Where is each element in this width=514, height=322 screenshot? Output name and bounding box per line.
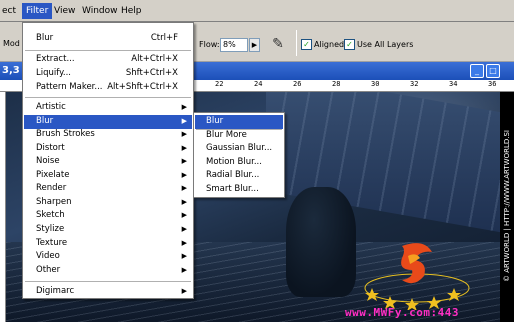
menu-item-label: Pixelate (36, 170, 70, 180)
menu-item-brush-strokes[interactable]: Brush Strokes ▶ (24, 128, 192, 142)
submenu-item-blur-more[interactable]: Blur More (195, 129, 283, 143)
menu-item-sharpen[interactable]: Sharpen ▶ (24, 196, 192, 210)
submenu-arrow-icon: ▶ (181, 211, 187, 219)
menu-separator (25, 281, 191, 282)
menu-item-label: Extract... (36, 54, 75, 64)
blur-submenu: Blur Blur More Gaussian Blur... Motion B… (193, 112, 285, 198)
menu-item-extract[interactable]: Extract... Alt+Ctrl+X (24, 53, 192, 67)
menu-item-sketch[interactable]: Sketch ▶ (24, 209, 192, 223)
menu-item-stylize[interactable]: Stylize ▶ (24, 223, 192, 237)
menu-item-other[interactable]: Other ▶ (24, 264, 192, 278)
submenu-arrow-icon: ▶ (181, 171, 187, 179)
menu-item-shortcut: Alt+Ctrl+X (131, 54, 178, 64)
menu-filter[interactable]: Filter (22, 3, 53, 19)
menu-window[interactable]: Window (78, 3, 122, 19)
menu-item-label: Blur (36, 116, 54, 126)
menu-separator (25, 50, 191, 51)
submenu-arrow-icon: ▶ (181, 287, 187, 295)
menu-item-texture[interactable]: Texture ▶ (24, 237, 192, 251)
menu-item-shortcut: Ctrl+F (150, 33, 178, 43)
submenu-arrow-icon: ▶ (181, 239, 187, 247)
menu-item-artistic[interactable]: Artistic ▶ (24, 101, 192, 115)
submenu-arrow-icon: ▶ (181, 144, 187, 152)
flow-dropdown-arrow[interactable]: ▶ (249, 38, 260, 52)
submenu-arrow-icon: ▶ (181, 266, 187, 274)
watermark-logo-icon (364, 243, 470, 310)
menu-item-label: Artistic (36, 102, 66, 112)
ruler-tick: 28 (332, 80, 341, 88)
ruler-tick: 26 (293, 80, 302, 88)
submenu-arrow-icon: ▶ (181, 198, 187, 206)
menu-item-digimarc[interactable]: Digimarc ▶ (24, 285, 192, 299)
menu-edit[interactable]: ect (0, 3, 20, 19)
menu-view[interactable]: View (50, 3, 79, 19)
submenu-arrow-icon: ▶ (181, 252, 187, 260)
use-all-layers-label: Use All Layers (357, 40, 414, 49)
menu-item-label: Distort (36, 143, 65, 153)
airbrush-icon[interactable]: ✎ (268, 34, 288, 54)
menu-item-shortcut: Alt+Shft+Ctrl+X (107, 82, 178, 92)
menu-item-label: Blur (36, 33, 54, 43)
submenu-item-radial-blur[interactable]: Radial Blur... (195, 169, 283, 183)
menu-item-label: Brush Strokes (36, 129, 95, 139)
menu-item-label: Sharpen (36, 197, 72, 207)
submenu-item-blur[interactable]: Blur (195, 115, 283, 129)
submenu-item-motion-blur[interactable]: Motion Blur... (195, 156, 283, 170)
flow-label: Flow: (199, 40, 220, 49)
menu-item-label: Pattern Maker... (36, 82, 103, 92)
menu-item-video[interactable]: Video ▶ (24, 250, 192, 264)
use-all-layers-checkbox[interactable]: ✓ (344, 39, 355, 50)
menu-item-liquify[interactable]: Liquify... Shft+Ctrl+X (24, 67, 192, 81)
watermark-strip: © ARTWORLD | HTTP://WWW.ARTWORLD.SI (500, 92, 514, 322)
submenu-arrow-icon: ▶ (181, 184, 187, 192)
zoom-level: 3,3 (2, 65, 20, 76)
mode-label: Mod (3, 39, 20, 48)
aligned-checkbox[interactable]: ✓ (301, 39, 312, 50)
menu-item-last-filter[interactable]: Blur Ctrl+F (24, 32, 192, 46)
separator (296, 30, 297, 56)
menu-item-label: Video (36, 251, 60, 261)
menu-separator (25, 97, 191, 98)
menu-item-label: Stylize (36, 224, 65, 234)
menu-item-render[interactable]: Render ▶ (24, 182, 192, 196)
menu-item-label: Digimarc (36, 286, 75, 296)
menu-item-pixelate[interactable]: Pixelate ▶ (24, 169, 192, 183)
ruler-tick: 34 (449, 80, 458, 88)
submenu-arrow-icon: ▶ (181, 157, 187, 165)
ruler-tick: 24 (254, 80, 263, 88)
menu-item-label: Texture (36, 238, 68, 248)
maximize-button[interactable]: □ (486, 64, 500, 78)
menu-item-pattern-maker[interactable]: Pattern Maker... Alt+Shft+Ctrl+X (24, 81, 192, 95)
menu-item-noise[interactable]: Noise ▶ (24, 155, 192, 169)
ruler-tick: 36 (488, 80, 497, 88)
watermark-bottom-text: www.MWFy.com:443 (345, 306, 459, 319)
flow-input[interactable]: 8% (220, 38, 248, 52)
submenu-arrow-icon: ▶ (181, 117, 187, 125)
ruler-tick: 30 (371, 80, 380, 88)
ruler-tick: 22 (215, 80, 224, 88)
aligned-label: Aligned (314, 40, 345, 49)
ruler-tick: 32 (410, 80, 419, 88)
filter-menu: Blur Ctrl+F Extract... Alt+Ctrl+X Liquif… (22, 22, 194, 299)
menu-item-label: Noise (36, 156, 60, 166)
menu-item-blur[interactable]: Blur ▶ (24, 115, 192, 129)
submenu-arrow-icon: ▶ (181, 103, 187, 111)
minimize-button[interactable]: _ (470, 64, 484, 78)
menu-item-label: Other (36, 265, 61, 275)
menu-help[interactable]: Help (117, 3, 146, 19)
menu-item-label: Liquify... (36, 68, 72, 78)
menu-bar: ect Filter View Window Help (0, 0, 514, 22)
menu-item-label: Render (36, 183, 67, 193)
menu-item-label: Sketch (36, 210, 65, 220)
menu-item-shortcut: Shft+Ctrl+X (125, 68, 178, 78)
crouching-figure (286, 187, 356, 297)
submenu-arrow-icon: ▶ (181, 225, 187, 233)
submenu-arrow-icon: ▶ (181, 130, 187, 138)
menu-item-distort[interactable]: Distort ▶ (24, 142, 192, 156)
submenu-item-smart-blur[interactable]: Smart Blur... (195, 183, 283, 197)
watermark-side-text: © ARTWORLD | HTTP://WWW.ARTWORLD.SI (503, 130, 511, 282)
submenu-item-gaussian-blur[interactable]: Gaussian Blur... (195, 142, 283, 156)
